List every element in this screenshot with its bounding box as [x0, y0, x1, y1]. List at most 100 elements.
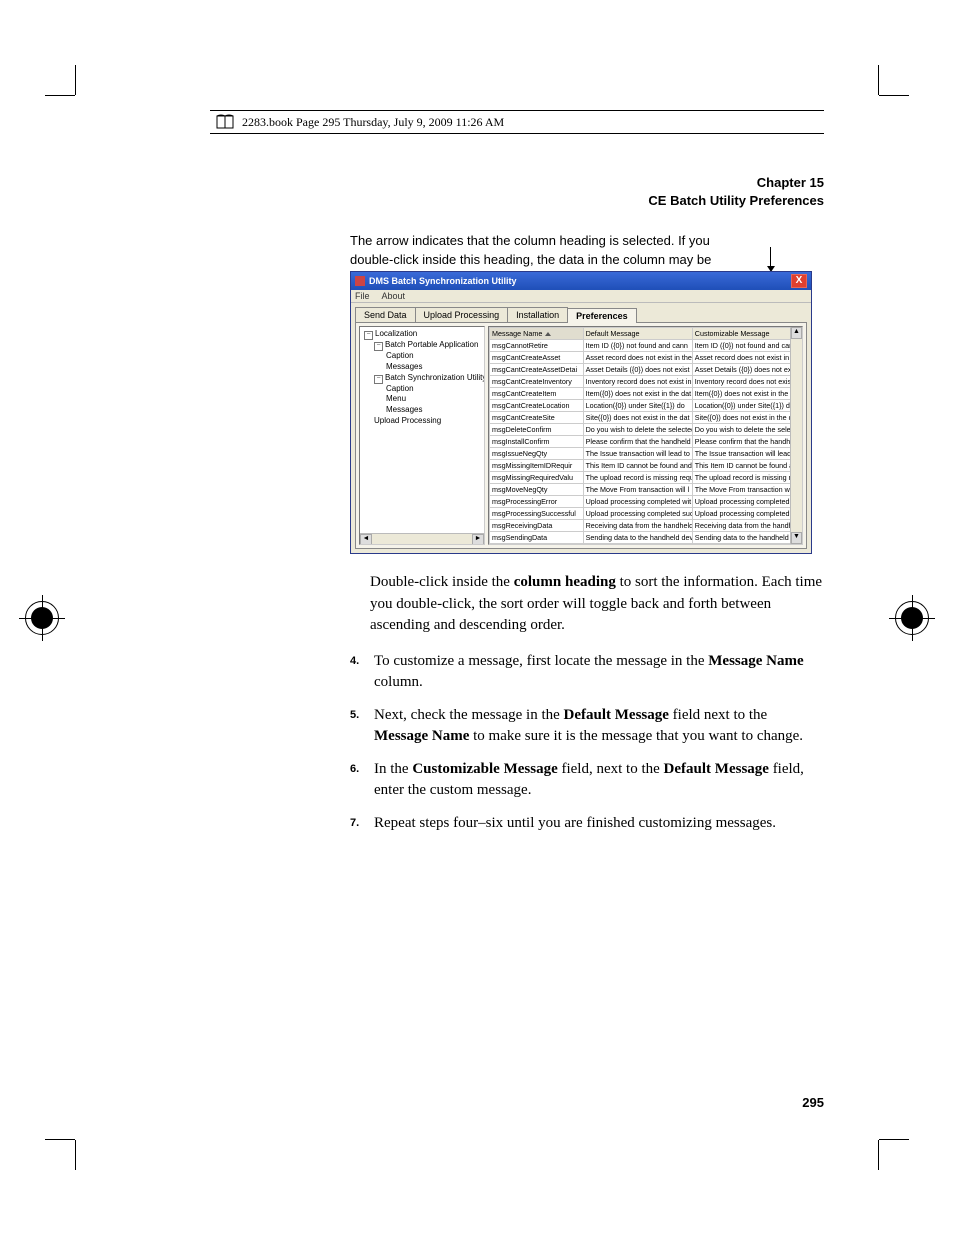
table-cell[interactable]: Site({0}) does not exist in the dat [583, 411, 692, 423]
menu-file[interactable]: File [355, 291, 370, 301]
table-cell[interactable]: Asset record does not exist in the [583, 351, 692, 363]
table-row[interactable]: msgCantCreateSiteSite({0}) does not exis… [490, 411, 802, 423]
table-cell[interactable]: Item({0}) does not exist in the dat [583, 387, 692, 399]
table-cell[interactable]: Upload processing completed wit [692, 495, 801, 507]
table-row[interactable]: msgProcessingSuccessfulUpload processing… [490, 507, 802, 519]
table-cell[interactable]: Asset Details ({0}) does not exist [583, 363, 692, 375]
table-cell[interactable]: Inventory record does not exist in [583, 375, 692, 387]
table-cell[interactable]: The upload record is missing requ [583, 471, 692, 483]
table-cell[interactable]: msgSendingData [490, 531, 584, 543]
table-cell[interactable]: msgDeleteConfirm [490, 423, 584, 435]
table-cell[interactable]: Receiving data from the handheld [583, 519, 692, 531]
col-message-name[interactable]: Message Name [490, 327, 584, 339]
close-button[interactable]: X [791, 274, 807, 288]
table-cell[interactable]: msgCantCreateSite [490, 411, 584, 423]
table-cell[interactable]: Please confirm that the handheld [583, 435, 692, 447]
tree-localization[interactable]: Localization [375, 329, 417, 338]
table-cell[interactable]: The Move From transaction will l [583, 483, 692, 495]
table-cell[interactable]: Item ID ({0}) not found and cann [692, 339, 801, 351]
table-cell[interactable]: msgMissingRequiredValu [490, 471, 584, 483]
expand-icon[interactable]: − [374, 375, 383, 384]
table-cell[interactable]: msgCantCreateLocation [490, 399, 584, 411]
table-row[interactable]: msgSkipTransactionSkip this transaction … [490, 543, 802, 545]
tree-batch-sync[interactable]: Batch Synchronization Utility [385, 373, 485, 382]
table-cell[interactable]: Asset record does not exist in the [692, 351, 801, 363]
table-row[interactable]: msgSendingDataSending data to the handhe… [490, 531, 802, 543]
table-cell[interactable]: Receiving data from the handheld [692, 519, 801, 531]
scroll-down-icon[interactable]: ▼ [791, 532, 802, 544]
table-cell[interactable]: msgMoveNegQty [490, 483, 584, 495]
table-cell[interactable]: msgProcessingError [490, 495, 584, 507]
table-row[interactable]: msgProcessingErrorUpload processing comp… [490, 495, 802, 507]
tree-caption[interactable]: Caption [386, 384, 414, 393]
tab-installation[interactable]: Installation [507, 307, 568, 322]
table-row[interactable]: msgCannotRetireItem ID ({0}) not found a… [490, 339, 802, 351]
table-cell[interactable]: Upload processing completed wit [583, 495, 692, 507]
table-cell[interactable]: Upload processing completed suc [583, 507, 692, 519]
table-cell[interactable]: Sending data to the handheld devi [583, 531, 692, 543]
table-cell[interactable]: Do you wish to delete the selected [692, 423, 801, 435]
table-row[interactable]: msgInstallConfirmPlease confirm that the… [490, 435, 802, 447]
table-cell[interactable]: msgCantCreateAssetDetai [490, 363, 584, 375]
table-cell[interactable]: Skip this transaction and process t [583, 543, 692, 545]
tree-upload-processing[interactable]: Upload Processing [374, 416, 441, 425]
expand-icon[interactable]: − [364, 331, 373, 340]
expand-icon[interactable]: − [374, 342, 383, 351]
table-cell[interactable]: msgReceivingData [490, 519, 584, 531]
tree-h-scrollbar[interactable]: ◄ ► [360, 533, 484, 544]
tab-preferences[interactable]: Preferences [567, 308, 637, 323]
table-cell[interactable]: msgCantCreateInventory [490, 375, 584, 387]
table-cell[interactable]: Item ID ({0}) not found and cann [583, 339, 692, 351]
table-cell[interactable]: Do you wish to delete the selected [583, 423, 692, 435]
tab-upload-processing[interactable]: Upload Processing [415, 307, 509, 322]
col-default-message[interactable]: Default Message [583, 327, 692, 339]
grid-v-scrollbar[interactable]: ▲ ▼ [790, 327, 802, 544]
tab-send-data[interactable]: Send Data [355, 307, 416, 322]
table-cell[interactable]: Sending data to the handheld devi [692, 531, 801, 543]
scroll-up-icon[interactable]: ▲ [791, 327, 802, 339]
table-cell[interactable]: msgInstallConfirm [490, 435, 584, 447]
scroll-right-icon[interactable]: ► [472, 534, 484, 545]
table-cell[interactable]: Upload processing completed suc [692, 507, 801, 519]
table-row[interactable]: msgCantCreateItemItem({0}) does not exis… [490, 387, 802, 399]
table-row[interactable]: msgReceivingDataReceiving data from the … [490, 519, 802, 531]
tree-batch-portable[interactable]: Batch Portable Application [385, 340, 478, 349]
table-cell[interactable]: This Item ID cannot be found and [692, 459, 801, 471]
table-cell[interactable]: Site({0}) does not exist in the dat [692, 411, 801, 423]
tree-messages[interactable]: Messages [386, 405, 422, 414]
table-cell[interactable]: Item({0}) does not exist in the dat [692, 387, 801, 399]
table-cell[interactable]: The upload record is missing requ [692, 471, 801, 483]
scroll-left-icon[interactable]: ◄ [360, 534, 372, 545]
table-cell[interactable]: msgMissingItemIDRequir [490, 459, 584, 471]
menu-about[interactable]: About [382, 291, 406, 301]
table-cell[interactable]: Please confirm that the handheld [692, 435, 801, 447]
table-row[interactable]: msgCantCreateAssetAsset record does not … [490, 351, 802, 363]
table-cell[interactable]: Inventory record does not exist in [692, 375, 801, 387]
table-cell[interactable]: Skip this transaction and process t [692, 543, 801, 545]
table-row[interactable]: msgIssueNegQtyThe Issue transaction will… [490, 447, 802, 459]
table-cell[interactable]: msgCantCreateAsset [490, 351, 584, 363]
table-cell[interactable]: The Move From transaction will l [692, 483, 801, 495]
table-row[interactable]: msgMissingItemIDRequirThis Item ID canno… [490, 459, 802, 471]
table-cell[interactable]: This Item ID cannot be found and [583, 459, 692, 471]
table-cell[interactable]: The Issue transaction will lead to [692, 447, 801, 459]
table-row[interactable]: msgMissingRequiredValuThe upload record … [490, 471, 802, 483]
tree-menu[interactable]: Menu [386, 394, 406, 403]
table-row[interactable]: msgCantCreateAssetDetaiAsset Details ({0… [490, 363, 802, 375]
table-row[interactable]: msgCantCreateLocationLocation({0}) under… [490, 399, 802, 411]
table-cell[interactable]: msgCantCreateItem [490, 387, 584, 399]
table-cell[interactable]: Location({0}) under Site({1}) do [583, 399, 692, 411]
table-cell[interactable]: Location({0}) under Site({1}) do [692, 399, 801, 411]
table-cell[interactable]: The Issue transaction will lead to [583, 447, 692, 459]
col-customizable-message[interactable]: Customizable Message [692, 327, 801, 339]
tree-caption[interactable]: Caption [386, 351, 414, 360]
nav-tree[interactable]: −Localization −Batch Portable Applicatio… [359, 326, 485, 545]
table-cell[interactable]: msgIssueNegQty [490, 447, 584, 459]
table-cell[interactable]: msgSkipTransaction [490, 543, 584, 545]
table-cell[interactable]: msgProcessingSuccessful [490, 507, 584, 519]
table-row[interactable]: msgMoveNegQtyThe Move From transaction w… [490, 483, 802, 495]
tree-messages[interactable]: Messages [386, 362, 422, 371]
table-row[interactable]: msgCantCreateInventoryInventory record d… [490, 375, 802, 387]
table-cell[interactable]: msgCannotRetire [490, 339, 584, 351]
table-row[interactable]: msgDeleteConfirmDo you wish to delete th… [490, 423, 802, 435]
